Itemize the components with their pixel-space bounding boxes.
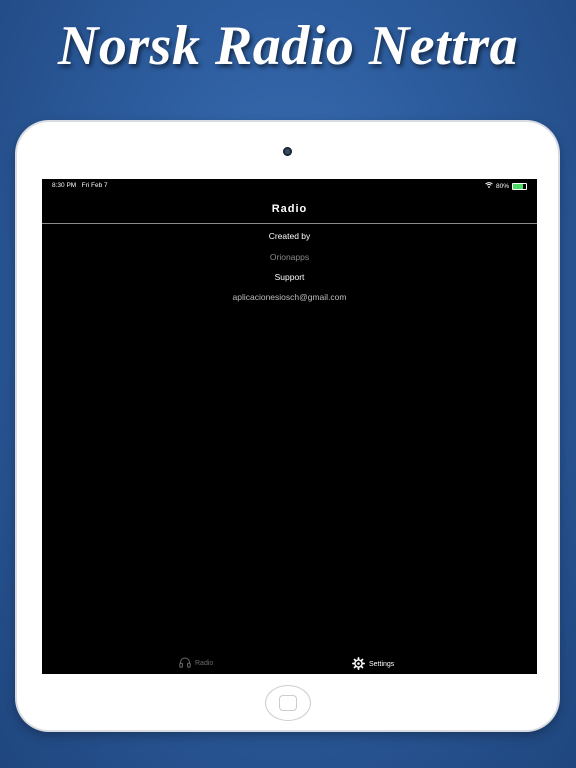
tab-settings-label: Settings — [369, 661, 395, 668]
status-time-date: 8:30 PM Fri Feb 7 — [52, 182, 108, 189]
status-time: 8:30 PM — [52, 182, 77, 189]
wifi-icon — [485, 182, 493, 190]
support-email-link[interactable]: aplicacionesiosch@gmail.com — [42, 292, 537, 302]
battery-fill — [513, 183, 524, 189]
status-date: Fri Feb 7 — [81, 182, 108, 189]
gear-icon — [352, 657, 365, 672]
tab-radio[interactable]: Radio — [179, 657, 213, 670]
home-button[interactable] — [265, 685, 311, 721]
nav-divider — [42, 223, 537, 224]
promo-headline: Norsk Radio Nettra — [57, 15, 519, 77]
creator-name[interactable]: Orionapps — [42, 252, 537, 262]
status-indicators: 80% — [485, 182, 527, 190]
support-label: Support — [274, 272, 305, 282]
tablet-frame: 8:30 PM Fri Feb 7 80% Radio Created by O… — [17, 122, 558, 730]
created-by-label: Created by — [268, 231, 311, 241]
home-square-icon — [279, 695, 297, 711]
front-camera — [283, 147, 292, 156]
battery-percent: 80% — [495, 182, 509, 190]
app-screen: 8:30 PM Fri Feb 7 80% Radio Created by O… — [42, 179, 537, 674]
tab-settings[interactable]: Settings — [352, 657, 394, 672]
tab-bar: Radio Settings — [42, 653, 537, 673]
nav-title: Radio — [271, 203, 308, 215]
status-bar: 8:30 PM Fri Feb 7 80% — [42, 179, 537, 193]
battery-icon — [512, 182, 527, 190]
tab-radio-label: Radio — [195, 660, 214, 667]
headphones-icon — [179, 657, 191, 670]
